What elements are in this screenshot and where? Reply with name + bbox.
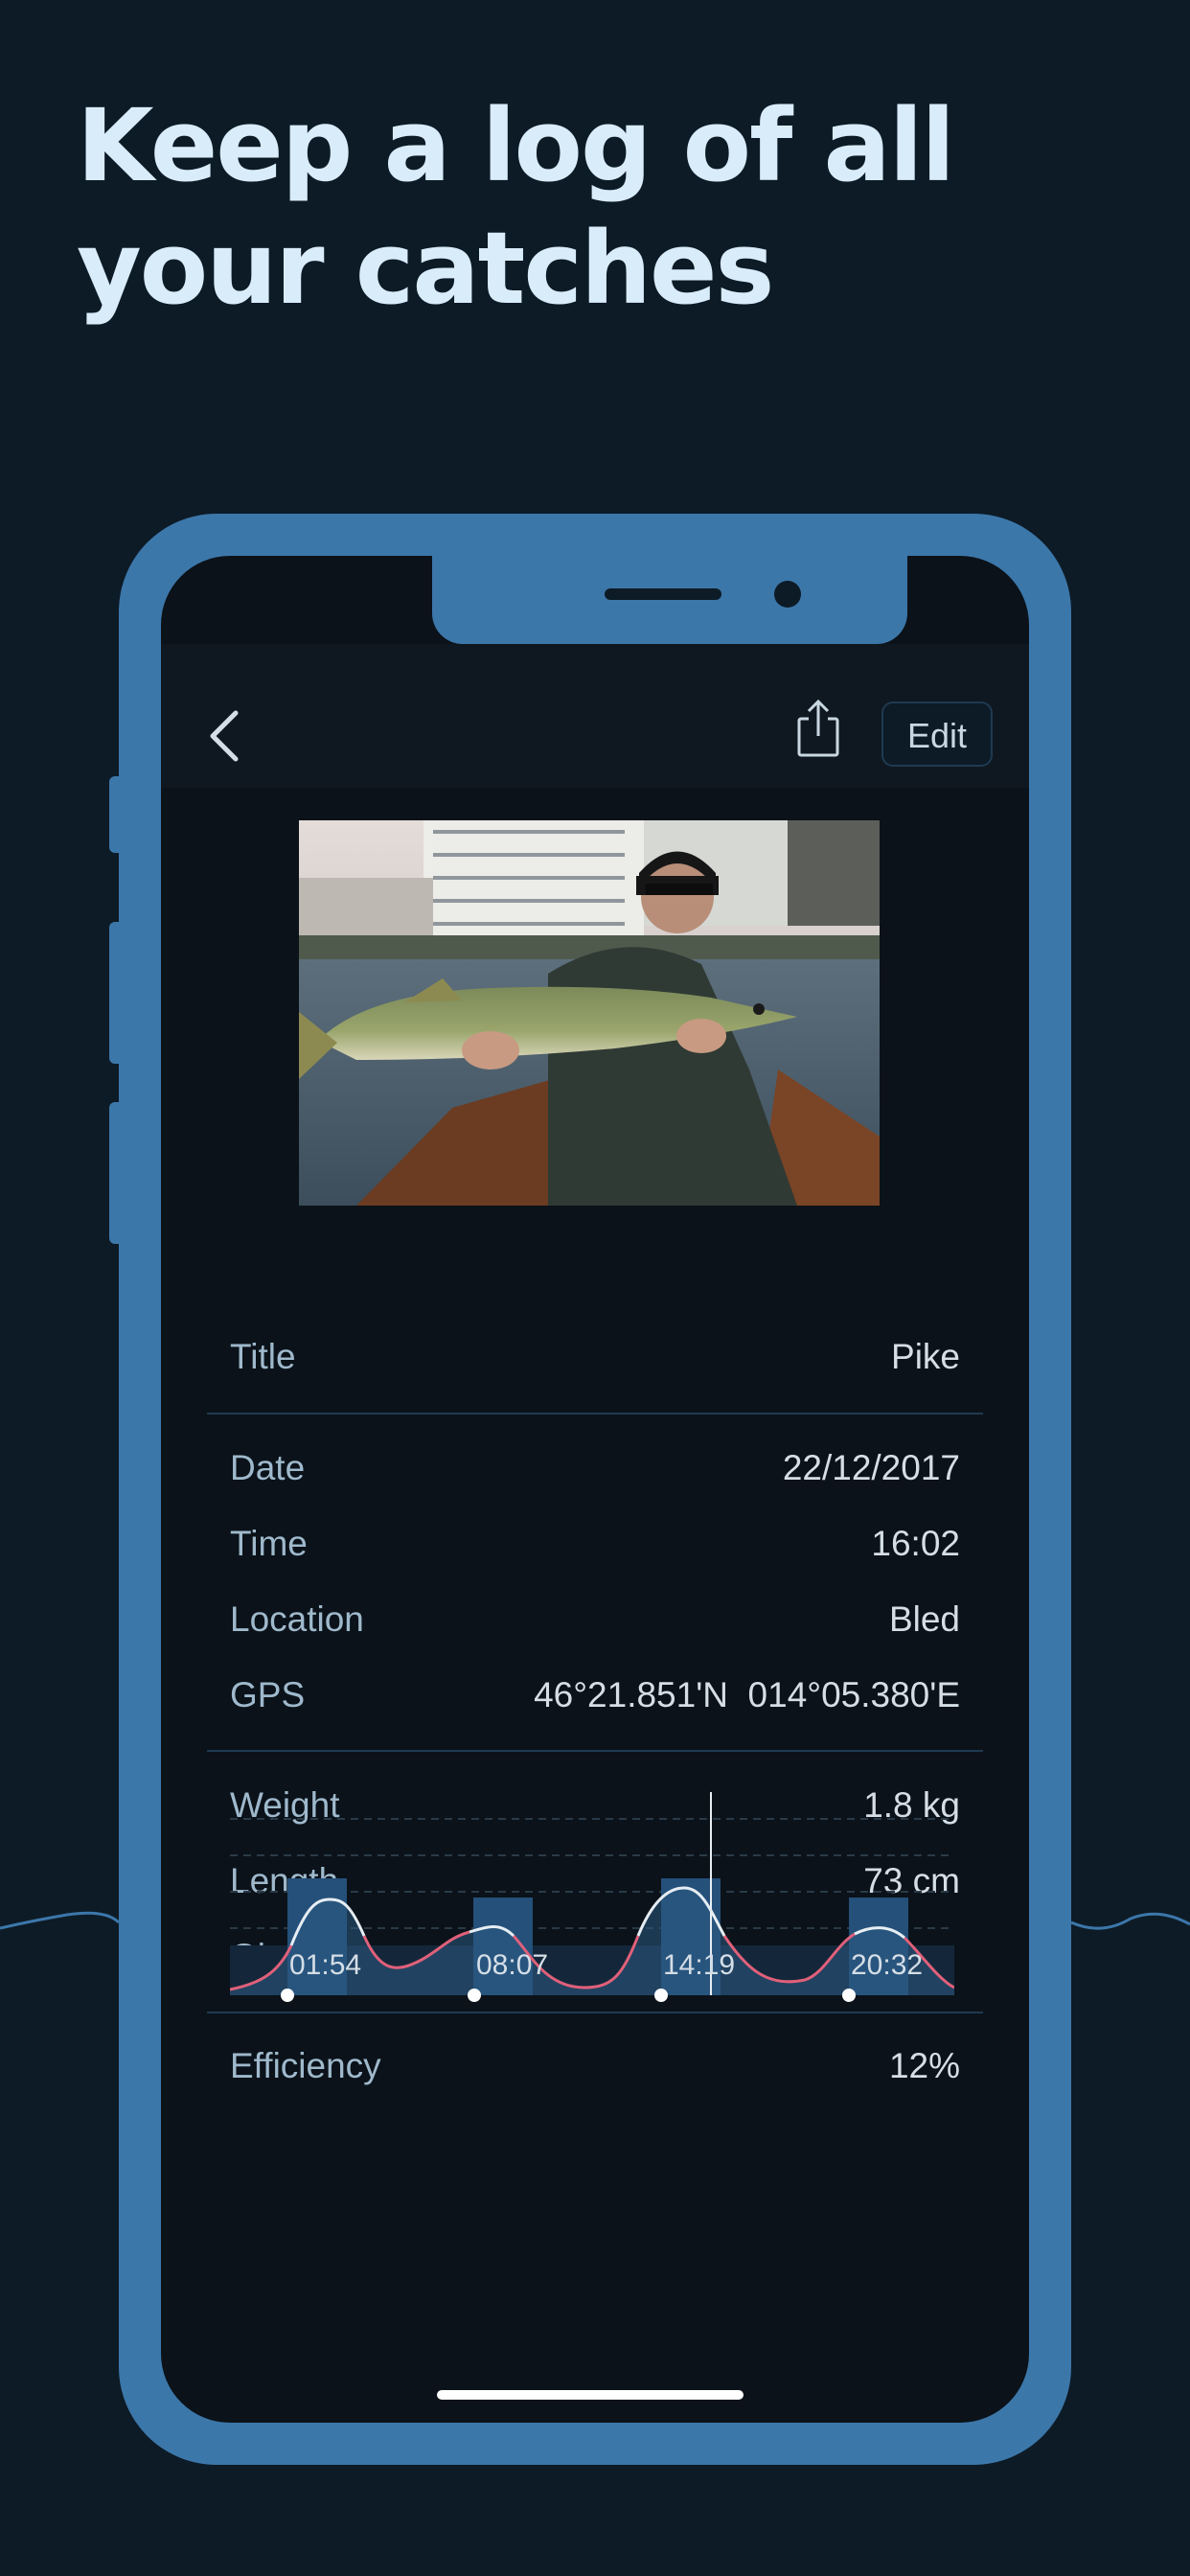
phone-frame: Edit Title Pike Date 22/12/2017 Time 16:…	[119, 514, 1071, 2465]
app-screen: Edit Title Pike Date 22/12/2017 Time 16:…	[161, 556, 1029, 2423]
location-row[interactable]: Location Bled	[230, 1591, 960, 1648]
headline: Keep a log of all your catches	[77, 87, 955, 327]
date-value: 22/12/2017	[782, 1448, 960, 1487]
phone-notch	[432, 556, 907, 644]
title-row[interactable]: Title Pike	[230, 1328, 960, 1386]
gps-label: GPS	[230, 1675, 306, 1714]
peak-time-label: 20:32	[851, 1949, 923, 1981]
solunar-chart[interactable]: 01:54 08:07 14:19 20:32	[230, 1792, 954, 2012]
date-row[interactable]: Date 22/12/2017	[230, 1439, 960, 1497]
peak-dot	[654, 1989, 668, 2002]
activity-curve-high	[289, 1886, 905, 1946]
home-indicator[interactable]	[437, 2390, 744, 2400]
time-value: 16:02	[871, 1524, 960, 1563]
edit-button[interactable]: Edit	[881, 702, 993, 767]
gps-row[interactable]: GPS 46°21.851'N 014°05.380'E	[230, 1667, 960, 1724]
speaker-grille	[605, 588, 721, 600]
peak-dot	[281, 1989, 294, 2002]
date-label: Date	[230, 1448, 306, 1487]
efficiency-row[interactable]: Efficiency 12%	[230, 2037, 960, 2095]
location-value: Bled	[888, 1599, 960, 1639]
nav-bar: Edit	[161, 644, 1029, 788]
chevron-left-icon[interactable]	[207, 709, 245, 763]
title-label: Title	[230, 1337, 296, 1376]
front-camera	[774, 581, 801, 608]
divider	[207, 1413, 983, 1414]
divider	[207, 1750, 983, 1752]
time-row[interactable]: Time 16:02	[230, 1515, 960, 1573]
location-label: Location	[230, 1599, 364, 1639]
peak-time-label: 01:54	[289, 1949, 361, 1981]
time-label: Time	[230, 1524, 308, 1563]
title-value: Pike	[891, 1337, 960, 1376]
share-icon[interactable]	[795, 698, 841, 759]
gps-value: 46°21.851'N 014°05.380'E	[534, 1675, 960, 1714]
peak-dot	[468, 1989, 481, 2002]
peak-time-label: 08:07	[476, 1949, 548, 1981]
efficiency-label: Efficiency	[230, 2046, 381, 2085]
efficiency-value: 12%	[888, 2046, 960, 2085]
peak-time-label: 14:19	[663, 1949, 735, 1981]
peak-dot	[842, 1989, 856, 2002]
catch-photo[interactable]	[299, 820, 880, 1206]
